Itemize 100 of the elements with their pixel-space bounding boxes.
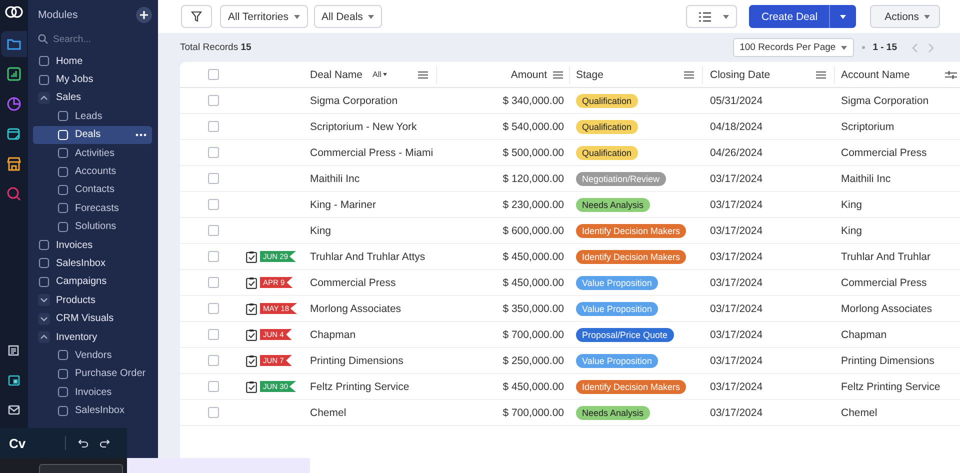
task-icon[interactable] — [246, 354, 257, 366]
table-cell-text: $ 350,000.00 — [502, 302, 565, 316]
menu-icon[interactable] — [684, 70, 694, 78]
table-cell-text: $ 450,000.00 — [502, 276, 565, 290]
stage-tag: Value Proposition — [576, 354, 658, 368]
table-cell-text: King — [309, 224, 332, 238]
sidebar-item[interactable]: Invoices — [33, 236, 152, 254]
sidebar-item[interactable]: Invoices — [33, 383, 152, 402]
filter-icon — [191, 11, 202, 22]
table-cell-text: Printing Dimensions — [309, 354, 404, 368]
menu-icon[interactable] — [816, 70, 826, 78]
table-cell-text: 03/17/2024 — [709, 276, 764, 290]
row-checkbox[interactable] — [208, 199, 218, 210]
sidebar-item[interactable]: Accounts — [33, 162, 152, 181]
stage-tag: Value Proposition — [576, 302, 658, 316]
task-icon[interactable] — [246, 250, 257, 262]
filter-dropdown[interactable]: All Deals — [314, 5, 382, 28]
sidebar-item[interactable]: SalesInbox — [33, 254, 152, 273]
app-logo: Cv — [9, 436, 27, 450]
sidebar-item[interactable]: Solutions — [33, 218, 152, 236]
sidebar-item[interactable]: Home — [33, 52, 152, 70]
table-cell-text: $ 120,000.00 — [502, 172, 565, 186]
stage-tag: Qualification — [576, 120, 638, 134]
view-toggle-button[interactable] — [686, 5, 737, 28]
task-icon[interactable] — [246, 328, 257, 340]
stage-tag: Identify Decision Makers — [576, 224, 686, 238]
column-settings-icon[interactable] — [945, 70, 957, 80]
app-logo-icon[interactable] — [3, 3, 25, 21]
row-checkbox[interactable] — [208, 173, 218, 184]
redo-icon[interactable] — [100, 438, 110, 448]
column-header[interactable]: Account Name — [841, 68, 910, 80]
select-all-checkbox[interactable] — [208, 69, 218, 80]
list-icon — [698, 12, 711, 22]
table-cell-text: 03/17/2024 — [709, 250, 764, 264]
caret-icon — [840, 46, 847, 50]
create-deal-button[interactable]: Create Deal — [748, 5, 830, 28]
module-icon — [57, 386, 69, 398]
row-checkbox[interactable] — [208, 303, 218, 314]
column-header[interactable]: Deal Name — [310, 68, 363, 80]
table-cell-text: King - Mariner — [309, 198, 377, 212]
sidebar-item[interactable]: Vendors — [33, 346, 152, 365]
stage-tag: Qualification — [576, 94, 638, 108]
row-checkbox[interactable] — [208, 147, 218, 158]
filter-button[interactable] — [181, 5, 212, 28]
row-checkbox[interactable] — [208, 251, 218, 262]
column-header[interactable]: Amount — [510, 68, 547, 80]
table-cell-text: Truhlar And Truhlar Attys — [309, 250, 426, 264]
menu-icon[interactable] — [553, 70, 563, 78]
sidebar-item[interactable]: Purchase Order — [33, 364, 152, 384]
chevron-icon[interactable] — [38, 312, 50, 325]
row-checkbox[interactable] — [208, 381, 218, 392]
module-icon — [57, 349, 69, 362]
search-field[interactable] — [39, 464, 123, 473]
actions-dropdown[interactable]: Actions — [870, 5, 940, 28]
sidebar-item[interactable]: Products — [33, 291, 152, 310]
sidebar-item[interactable]: SalesInbox — [33, 401, 152, 420]
sidebar-item[interactable]: Inventory — [33, 328, 152, 346]
undo-icon[interactable] — [78, 438, 88, 448]
filter-dropdown[interactable]: All Territories — [220, 5, 308, 28]
table-cell-text: Morlong Associates — [309, 302, 402, 316]
sidebar-item[interactable]: Sales — [33, 88, 152, 108]
table-cell-text: Maithili Inc — [840, 172, 892, 186]
row-checkbox[interactable] — [208, 95, 218, 106]
stage-tag: Qualification — [576, 146, 638, 160]
sidebar-search-field[interactable]: Search... — [53, 34, 143, 44]
sidebar-item[interactable]: Forecasts — [33, 199, 152, 218]
more-icon[interactable] — [135, 132, 147, 137]
sidebar-item[interactable]: Deals — [33, 126, 152, 144]
chevron-icon[interactable] — [38, 331, 50, 344]
sidebar-item[interactable]: CRM Visuals — [33, 309, 152, 328]
sidebar-item[interactable]: Activities — [33, 144, 152, 162]
row-checkbox[interactable] — [208, 225, 218, 236]
sidebar-item[interactable]: Leads — [33, 107, 152, 126]
sidebar-item[interactable]: My Jobs — [33, 70, 152, 89]
folder-icon[interactable] — [1, 31, 27, 57]
table-cell-text: Chapman — [309, 328, 357, 342]
table-cell-text: 03/17/2024 — [709, 198, 764, 212]
row-checkbox[interactable] — [208, 277, 218, 288]
caret-icon — [722, 14, 729, 18]
task-icon[interactable] — [246, 302, 257, 314]
column-header[interactable]: Stage — [576, 68, 604, 80]
sidebar-item[interactable]: Contacts — [33, 180, 152, 200]
chevron-icon[interactable] — [38, 294, 50, 306]
column-header[interactable]: Closing Date — [710, 68, 770, 80]
records-per-page-dropdown[interactable]: 100 Records Per Page — [732, 38, 854, 57]
menu-icon[interactable] — [418, 70, 428, 78]
table-cell-text: $ 250,000.00 — [502, 354, 565, 368]
plus-icon — [140, 11, 148, 19]
add-module-button[interactable] — [136, 7, 152, 23]
sidebar-item[interactable]: Campaigns — [33, 272, 152, 292]
task-icon[interactable] — [246, 380, 257, 392]
row-checkbox[interactable] — [208, 121, 218, 132]
row-checkbox[interactable] — [208, 407, 218, 418]
table-cell-text: Maithili Inc — [309, 172, 361, 186]
task-icon[interactable] — [246, 276, 257, 288]
chevron-icon[interactable] — [38, 92, 50, 104]
caret-icon — [368, 14, 374, 18]
row-checkbox[interactable] — [208, 329, 218, 340]
column-filter-dropdown[interactable]: All — [372, 70, 388, 79]
row-checkbox[interactable] — [208, 355, 218, 366]
